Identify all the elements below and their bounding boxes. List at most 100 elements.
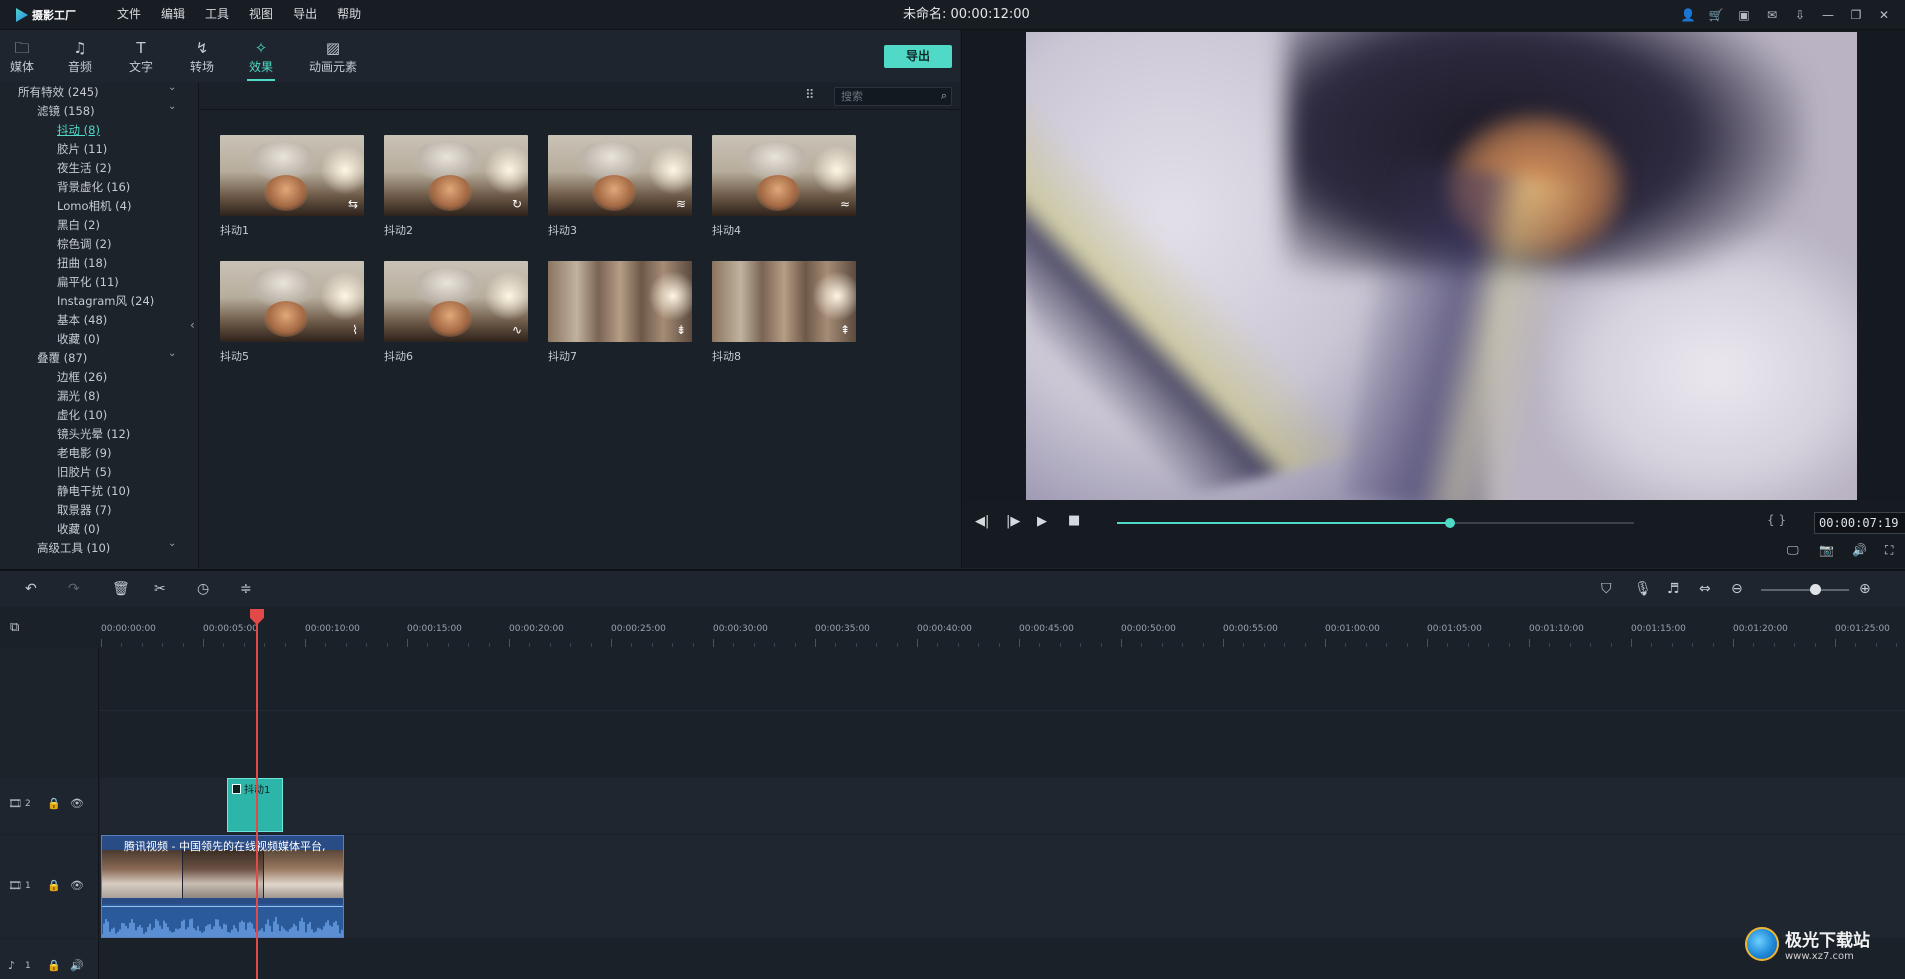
tab-audio[interactable]: ♫ 音频 — [66, 38, 94, 75]
mark-in-out-button[interactable]: { } — [1767, 513, 1786, 527]
chevron-down-icon[interactable]: ⌄ — [168, 101, 176, 112]
playhead[interactable] — [256, 612, 258, 979]
category-item[interactable]: 胶片 (11) — [57, 141, 107, 157]
adjust-icon[interactable]: ≑ — [240, 581, 252, 597]
lock-icon[interactable]: 🔒 — [47, 797, 61, 810]
delete-icon[interactable]: 🗑 — [112, 581, 130, 597]
menu-view[interactable]: 视图 — [239, 0, 283, 30]
chevron-down-icon[interactable]: ⌄ — [168, 348, 176, 359]
volume-icon[interactable]: 🔊 — [1852, 543, 1867, 557]
zoom-out-icon[interactable]: ⊖ — [1731, 581, 1743, 597]
category-item[interactable]: 漏光 (8) — [57, 388, 100, 404]
category-item[interactable]: 抖动 (8) — [57, 122, 100, 138]
tab-elements[interactable]: ▨ 动画元素 — [308, 38, 358, 75]
audio-mixer-icon[interactable]: ♬ — [1667, 581, 1680, 597]
category-item[interactable]: 镜头光晕 (12) — [57, 426, 130, 442]
playback-scrubber[interactable] — [1117, 518, 1634, 528]
menu-export[interactable]: 导出 — [283, 0, 327, 30]
step-back-icon[interactable]: ◀| — [975, 514, 989, 529]
undo-icon[interactable]: ↶ — [25, 581, 37, 597]
category-item[interactable]: 取景器 (7) — [57, 502, 111, 518]
lock-icon[interactable]: 🔒 — [47, 879, 61, 892]
effect-card[interactable]: ⇟ 抖动7 — [548, 261, 692, 364]
category-item[interactable]: 老电影 (9) — [57, 445, 111, 461]
menu-help[interactable]: 帮助 — [327, 0, 371, 30]
cart-icon[interactable]: 🛒 — [1705, 8, 1727, 22]
download-icon[interactable]: ⇩ — [1789, 8, 1811, 22]
lock-icon[interactable]: 🔒 — [47, 959, 61, 972]
category-item[interactable]: 叠覆 (87) — [37, 350, 87, 366]
grid-view-icon[interactable]: ⠿ — [805, 88, 821, 104]
menu-file[interactable]: 文件 — [107, 0, 151, 30]
tab-effects[interactable]: ✧ 效果 — [247, 38, 275, 81]
search-icon[interactable]: ⌕ — [941, 89, 947, 103]
effect-clip[interactable]: 抖动1 — [227, 778, 283, 832]
redo-icon[interactable]: ↷ — [68, 581, 80, 597]
menu-edit[interactable]: 编辑 — [151, 0, 195, 30]
category-item[interactable]: 棕色调 (2) — [57, 236, 111, 252]
tab-transition[interactable]: ↯ 转场 — [188, 38, 216, 75]
tab-media[interactable]: 🗀 媒体 — [8, 38, 36, 75]
category-item[interactable]: 虚化 (10) — [57, 407, 107, 423]
save-icon[interactable]: ▣ — [1733, 8, 1755, 22]
add-track-icon[interactable]: ⧉ — [10, 620, 30, 636]
mail-icon[interactable]: ✉ — [1761, 8, 1783, 22]
category-item[interactable]: 扁平化 (11) — [57, 274, 119, 290]
category-item[interactable]: Lomo相机 (4) — [57, 198, 131, 214]
export-button[interactable]: 导出 — [884, 45, 952, 68]
chevron-down-icon[interactable]: ⌄ — [168, 538, 176, 549]
effect-card[interactable]: ≋ 抖动3 — [548, 135, 692, 238]
user-icon[interactable]: 👤 — [1677, 8, 1699, 22]
effect-card[interactable]: ⌇ 抖动5 — [220, 261, 364, 364]
scrubber-handle[interactable] — [1445, 518, 1456, 528]
effect-card[interactable]: ⇆ 抖动1 — [220, 135, 364, 238]
chevron-down-icon[interactable]: ⌄ — [168, 82, 176, 93]
zoom-slider[interactable] — [1761, 589, 1849, 591]
collapse-panel-icon[interactable]: ‹ — [190, 318, 195, 332]
category-item[interactable]: 基本 (48) — [57, 312, 107, 328]
visibility-icon[interactable]: 👁 — [70, 879, 84, 892]
fullscreen-icon[interactable]: ⛶ — [1885, 543, 1893, 558]
fit-timeline-icon[interactable]: ⇔ — [1699, 581, 1711, 597]
restore-icon[interactable]: ❐ — [1845, 8, 1867, 22]
mute-icon[interactable]: 🔊 — [70, 959, 84, 972]
visibility-icon[interactable]: 👁 — [70, 797, 84, 810]
display-settings-icon[interactable]: 🖵 — [1787, 543, 1799, 558]
microphone-icon[interactable]: 🎙 — [1634, 581, 1652, 597]
category-item[interactable]: 黑白 (2) — [57, 217, 100, 233]
snapshot-icon[interactable]: 📷 — [1819, 543, 1834, 557]
category-item[interactable]: 所有特效 (245) — [18, 84, 99, 100]
speed-icon[interactable]: ◷ — [197, 581, 209, 597]
effect-card[interactable]: ∿ 抖动6 — [384, 261, 528, 364]
category-item[interactable]: 扭曲 (18) — [57, 255, 107, 271]
category-item[interactable]: 旧胶片 (5) — [57, 464, 111, 480]
zoom-slider-handle[interactable] — [1810, 584, 1822, 595]
timeline-ruler[interactable]: ⧉ 00:00:00:00 00:00:05:00 00:00:10:00 00:00… — [0, 607, 1905, 649]
category-item[interactable]: 夜生活 (2) — [57, 160, 111, 176]
search-input[interactable] — [841, 89, 931, 104]
marker-icon[interactable]: ⛉ — [1601, 581, 1612, 597]
tab-text[interactable]: T 文字 — [127, 38, 155, 75]
step-forward-icon[interactable]: |▶ — [1006, 514, 1020, 529]
track-lane-audio-1[interactable] — [100, 939, 1905, 979]
track-lane-video-1[interactable] — [100, 835, 1905, 938]
menu-tools[interactable]: 工具 — [195, 0, 239, 30]
category-item[interactable]: 背景虚化 (16) — [57, 179, 130, 195]
category-item[interactable]: 边框 (26) — [57, 369, 107, 385]
category-item[interactable]: 收藏 (0) — [57, 521, 100, 537]
split-icon[interactable]: ✂ — [154, 581, 166, 597]
track-lane-video-2[interactable] — [100, 778, 1905, 834]
category-item[interactable]: Instagram风 (24) — [57, 293, 154, 309]
zoom-in-icon[interactable]: ⊕ — [1859, 581, 1871, 597]
effect-card[interactable]: ⇞ 抖动8 — [712, 261, 856, 364]
effect-card[interactable]: ↻ 抖动2 — [384, 135, 528, 238]
category-item[interactable]: 收藏 (0) — [57, 331, 100, 347]
play-icon[interactable]: ▶ — [1037, 514, 1047, 529]
category-item[interactable]: 滤镜 (158) — [37, 103, 95, 119]
category-item[interactable]: 高级工具 (10) — [37, 540, 110, 556]
minimize-icon[interactable]: — — [1817, 8, 1839, 22]
stop-icon[interactable]: ■ — [1068, 513, 1080, 528]
effect-card[interactable]: ≈ 抖动4 — [712, 135, 856, 238]
search-box[interactable]: ⌕ — [834, 87, 952, 106]
category-item[interactable]: 静电干扰 (10) — [57, 483, 130, 499]
